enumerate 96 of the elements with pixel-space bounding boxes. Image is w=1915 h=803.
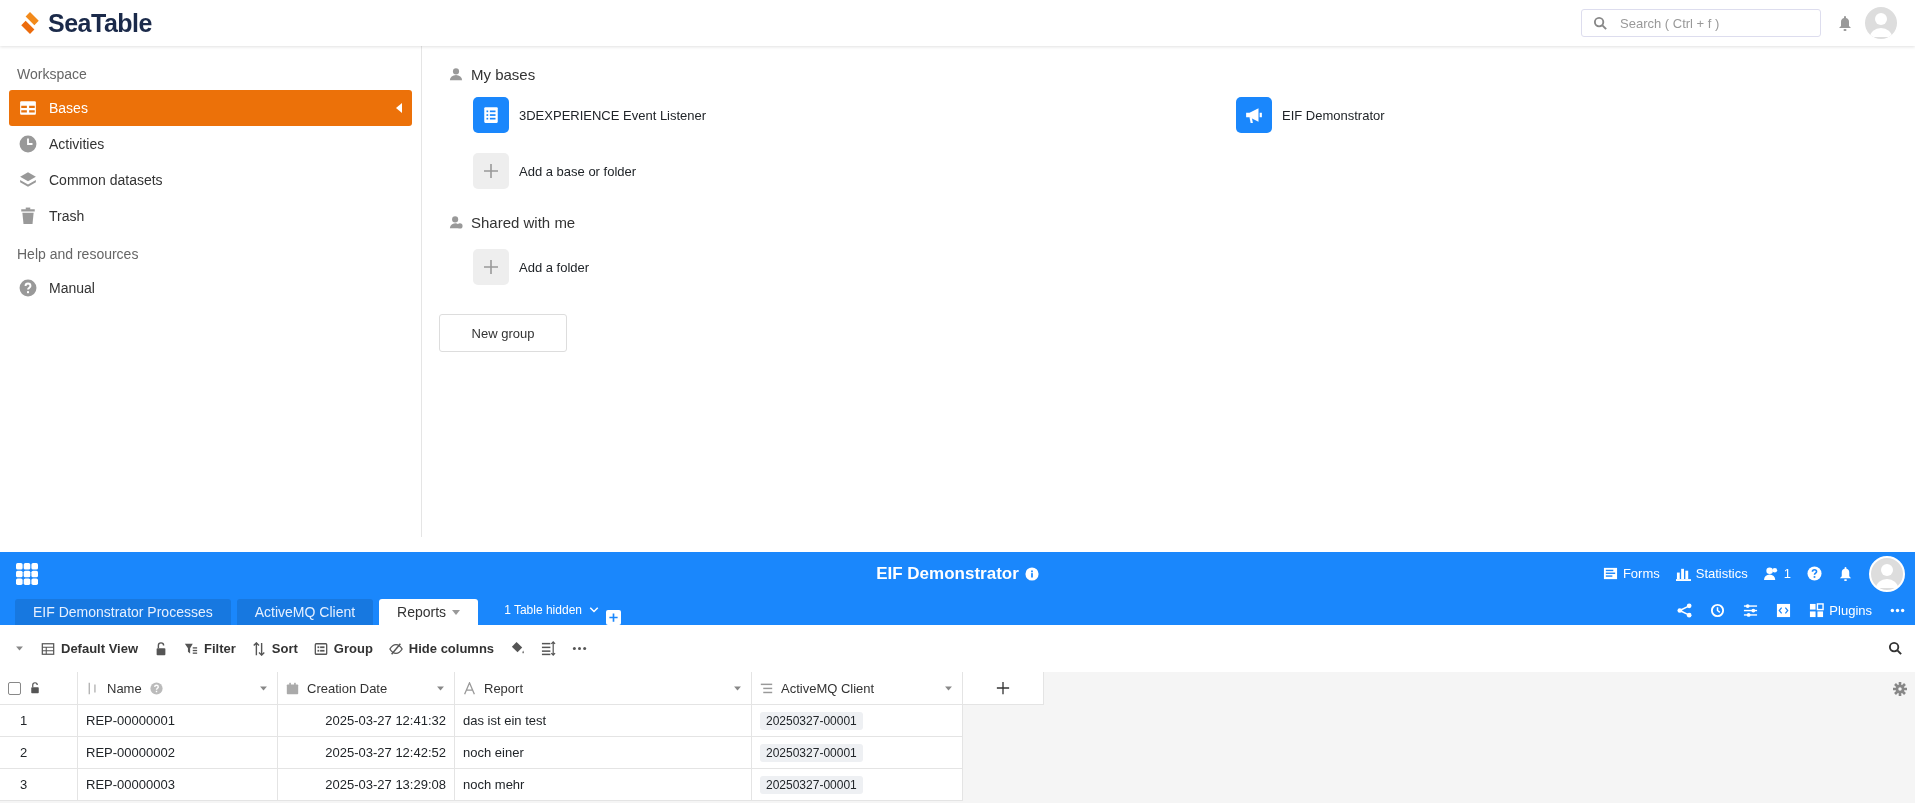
toolbar-button[interactable]: Group: [313, 641, 373, 656]
table-cell: REP-00000001: [78, 705, 278, 737]
help-icon: [1807, 566, 1822, 581]
table-cell: noch einer: [455, 737, 752, 769]
eye-slash-icon: [388, 641, 403, 656]
users-icon: [449, 215, 463, 229]
column-header[interactable]: Creation Date: [278, 672, 455, 705]
row-number: 2: [0, 737, 78, 769]
megaphone-icon: [1245, 106, 1263, 124]
plus-icon: [996, 681, 1010, 695]
table-cell: 2025-03-27 13:29:08: [278, 769, 455, 801]
user-icon: [449, 67, 463, 81]
link-column-icon: [760, 681, 773, 695]
logo-text: SeaTable: [48, 8, 152, 38]
toolbar-button[interactable]: Hide columns: [388, 641, 495, 656]
add-table-button[interactable]: [606, 610, 621, 625]
row-number: 3: [0, 769, 78, 801]
link-tag: 20250327-00001: [760, 775, 863, 794]
search-field[interactable]: Search ( Ctrl + f ): [1581, 9, 1821, 37]
plugins-button[interactable]: Plugins: [1809, 602, 1872, 618]
plus-icon: [608, 612, 619, 623]
base-item[interactable]: EIF Demonstrator: [1236, 92, 1898, 138]
sort-order-icon: [86, 681, 99, 695]
group-title: My bases: [471, 65, 536, 83]
view-selector[interactable]: Default View: [41, 641, 139, 656]
sliders-icon: [1743, 602, 1759, 618]
layers-icon: [19, 171, 37, 189]
toolbar-button[interactable]: Filter: [184, 641, 236, 656]
search-icon: [1888, 641, 1903, 656]
table-cell: 2025-03-27 12:41:32: [278, 705, 455, 737]
header-action[interactable]: Statistics: [1675, 566, 1748, 581]
sidebar-item[interactable]: Common datasets: [9, 162, 412, 198]
table-tab[interactable]: Reports: [379, 599, 479, 625]
table-icon: [41, 641, 55, 656]
table-cell: REP-00000002: [78, 737, 278, 769]
table-cell: noch mehr: [455, 769, 752, 801]
bell-icon: [1838, 566, 1853, 581]
add-item[interactable]: Add a base or folder: [439, 148, 1898, 194]
table-tab[interactable]: ActiveMQ Client: [236, 599, 374, 625]
users-icon: [1763, 566, 1779, 581]
avatar[interactable]: [1869, 555, 1905, 592]
row-number: 1: [0, 705, 78, 737]
plus-icon: [483, 163, 499, 179]
info-icon: [1024, 566, 1039, 581]
filter-icon: [184, 641, 199, 656]
code-icon: [1776, 602, 1792, 618]
help-icon: [19, 279, 37, 297]
bell-icon: [1837, 15, 1853, 31]
row-height-icon: [541, 641, 557, 656]
table-cell: das ist ein test: [455, 705, 752, 737]
sidebar-item[interactable]: Manual: [9, 270, 412, 306]
column-header[interactable]: Name: [78, 672, 278, 705]
link-tag: 20250327-00001: [760, 743, 863, 762]
history-icon: [1710, 602, 1726, 618]
list-icon: [482, 106, 500, 124]
help-icon: [149, 681, 163, 695]
bar-chart-icon: [1675, 566, 1691, 581]
caret-down-icon: [14, 643, 25, 654]
table-cell: REP-00000003: [78, 769, 278, 801]
new-group-button[interactable]: New group: [439, 314, 567, 352]
text-icon: [463, 681, 476, 695]
section-title: Workspace: [16, 65, 88, 84]
share-icon: [1677, 602, 1693, 618]
paint-bucket-icon: [510, 641, 526, 656]
column-header[interactable]: ActiveMQ Client: [752, 672, 963, 705]
calendar-icon: [286, 681, 299, 695]
column-header[interactable]: Report: [455, 672, 752, 705]
search-icon: [1593, 16, 1608, 31]
toolbar-button[interactable]: Sort: [251, 641, 298, 656]
trash-icon: [19, 207, 37, 225]
plugins-icon: [1809, 602, 1825, 618]
table-icon: [19, 99, 37, 117]
clock-icon: [19, 135, 37, 153]
sidebar-item[interactable]: Trash: [9, 198, 412, 234]
group-icon: [313, 641, 328, 656]
form-icon: [1602, 566, 1618, 581]
dropdown-caret-icon: [452, 609, 461, 615]
hidden-tables-dropdown[interactable]: 1 Table hidden: [498, 602, 606, 618]
apps-grid-icon: [16, 562, 38, 585]
header-action[interactable]: 1: [1763, 566, 1791, 581]
group-title: Shared with me: [471, 213, 576, 231]
section-title: Help and resources: [16, 245, 140, 264]
collapse-caret-icon: [396, 103, 402, 113]
sort-icon: [251, 641, 266, 656]
table-tab[interactable]: EIF Demonstrator Processes: [15, 599, 231, 625]
header-action[interactable]: Forms: [1602, 566, 1660, 581]
base-item[interactable]: 3DEXPERIENCE Event Listener: [473, 92, 1236, 138]
plus-icon: [483, 259, 499, 275]
select-all-checkbox[interactable]: [8, 681, 21, 695]
table-cell: 2025-03-27 12:42:52: [278, 737, 455, 769]
sidebar-item[interactable]: Activities: [9, 126, 412, 162]
add-item[interactable]: Add a folder: [439, 244, 1898, 290]
unlock-icon: [29, 682, 41, 694]
link-tag: 20250327-00001: [760, 711, 863, 730]
base-title: EIF Demonstrator: [876, 563, 1019, 584]
settings-icon: [1893, 681, 1907, 696]
